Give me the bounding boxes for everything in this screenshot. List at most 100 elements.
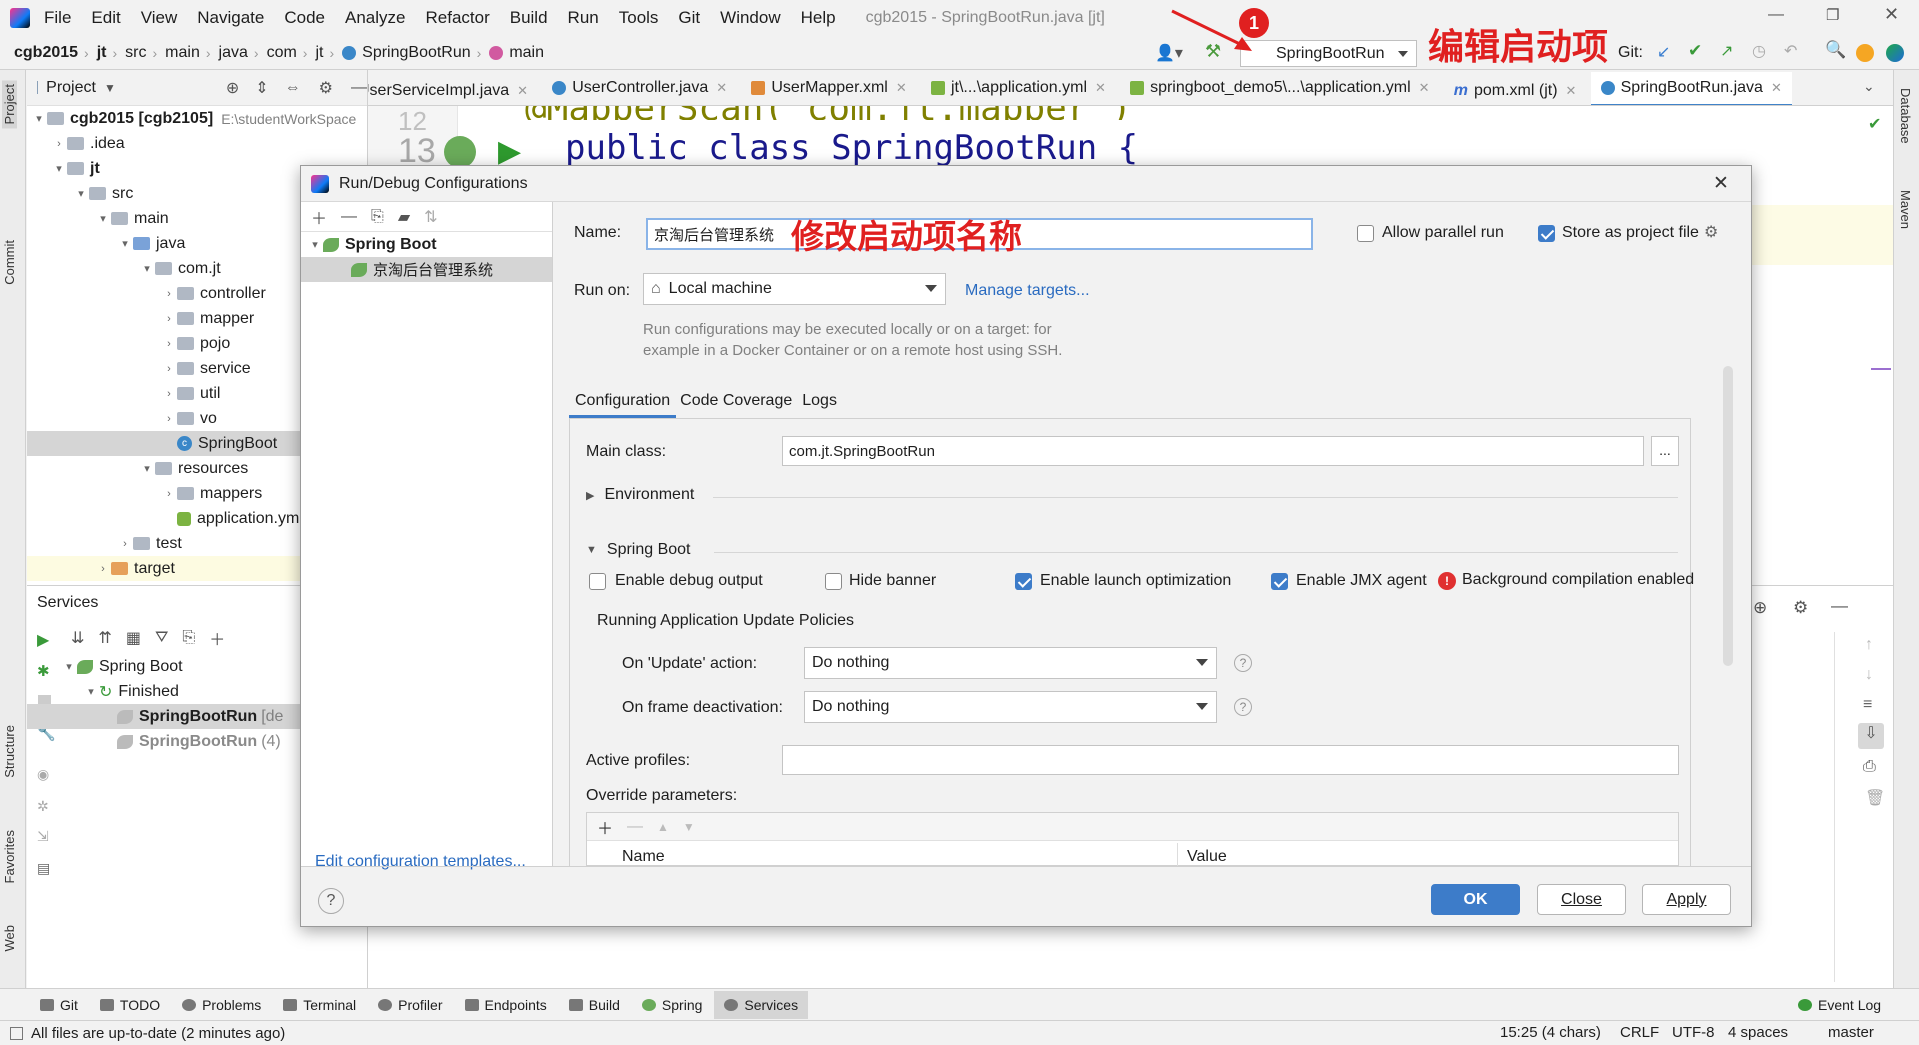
scroll-down-icon[interactable]: ↓ bbox=[1865, 666, 1873, 684]
tool-services[interactable]: Services bbox=[714, 990, 809, 1019]
run-icon[interactable]: ▶ bbox=[37, 630, 49, 650]
group-icon[interactable]: ▦ bbox=[126, 628, 141, 648]
tab-pom-xml[interactable]: m pom.xml (jt) ✕ bbox=[1444, 73, 1587, 105]
breadcrumb-item[interactable]: SpringBootRun bbox=[362, 44, 471, 62]
menu-run[interactable]: Run bbox=[568, 8, 599, 28]
gear-icon[interactable]: ⚙ bbox=[319, 78, 333, 98]
spring-boot-section[interactable]: ▼ Spring Boot bbox=[586, 541, 691, 559]
run-config-selector[interactable]: SpringBootRun bbox=[1240, 40, 1417, 67]
move-up-icon[interactable]: ▲ bbox=[657, 820, 669, 834]
breadcrumb-item[interactable]: main bbox=[165, 44, 200, 62]
column-name[interactable]: Name bbox=[622, 848, 665, 866]
dump-icon[interactable]: ✲ bbox=[37, 798, 49, 815]
close-tab-icon[interactable]: ✕ bbox=[896, 80, 907, 96]
tool-spring[interactable]: Spring bbox=[641, 997, 702, 1013]
launch-optimization-checkbox[interactable] bbox=[1015, 573, 1032, 590]
column-value[interactable]: Value bbox=[1187, 848, 1227, 866]
tab-springbootrun[interactable]: SpringBootRun.java ✕ bbox=[1590, 71, 1792, 105]
tab-structure[interactable]: Structure bbox=[2, 725, 17, 778]
close-button[interactable]: Close bbox=[1537, 884, 1626, 915]
close-dialog-icon[interactable]: ✕ bbox=[1713, 172, 1729, 195]
tab-code-coverage[interactable]: Code Coverage bbox=[676, 386, 796, 418]
tab-configuration[interactable]: Configuration bbox=[569, 386, 677, 418]
run-gutter-icon[interactable]: ▶ bbox=[498, 134, 521, 169]
remove-config-icon[interactable]: — bbox=[341, 208, 357, 226]
tab-project[interactable]: Project bbox=[2, 80, 17, 129]
gear-icon[interactable]: ⚙ bbox=[1793, 598, 1808, 618]
service-finished[interactable]: ▾ ↻ Finished bbox=[83, 679, 179, 704]
menu-build[interactable]: Build bbox=[510, 8, 548, 28]
menu-window[interactable]: Window bbox=[720, 8, 780, 28]
file-encoding[interactable]: UTF-8 bbox=[1672, 1024, 1715, 1041]
tree-item-idea[interactable]: › .idea bbox=[27, 131, 368, 156]
run-on-select[interactable]: ⌂ Local machine bbox=[643, 273, 946, 305]
tree-item-project-root[interactable]: ▾ cgb2015 [cgb2105] E:\studentWorkSpace bbox=[27, 106, 368, 131]
apply-button[interactable]: Apply bbox=[1642, 884, 1731, 915]
plugin-icon[interactable] bbox=[1886, 44, 1904, 62]
gear-icon[interactable]: ⚙ bbox=[1704, 222, 1718, 242]
store-project-checkbox[interactable] bbox=[1538, 225, 1555, 242]
active-profiles-field[interactable] bbox=[782, 745, 1679, 775]
move-down-icon[interactable]: ▼ bbox=[683, 820, 695, 834]
menu-tools[interactable]: Tools bbox=[619, 8, 659, 28]
tool-build[interactable]: Build bbox=[568, 997, 620, 1013]
git-commit-icon[interactable]: ✔ bbox=[1688, 41, 1702, 61]
tab-userserviceimpl[interactable]: UserServiceImpl.java ✕ bbox=[368, 73, 538, 105]
breadcrumb-item[interactable]: jt bbox=[97, 44, 107, 62]
tab-web[interactable]: Web bbox=[2, 925, 17, 952]
restore-icon[interactable]: ❐ bbox=[1826, 6, 1839, 24]
on-update-select[interactable]: Do nothing bbox=[804, 647, 1217, 679]
trash-icon[interactable]: 🗑 bbox=[1865, 788, 1885, 808]
globe-icon[interactable]: ⊕ bbox=[1753, 598, 1767, 618]
menu-refactor[interactable]: Refactor bbox=[425, 8, 489, 28]
update-icon[interactable] bbox=[1856, 44, 1874, 62]
help-button[interactable]: ? bbox=[318, 888, 344, 914]
locate-icon[interactable]: ⊕ bbox=[226, 78, 239, 98]
add-param-icon[interactable]: ＋ bbox=[597, 815, 613, 839]
tab-commit[interactable]: Commit bbox=[2, 240, 17, 285]
breadcrumb-item[interactable]: src bbox=[125, 44, 146, 62]
menu-code[interactable]: Code bbox=[284, 8, 325, 28]
close-tab-icon[interactable]: ✕ bbox=[1095, 80, 1106, 96]
add-config-icon[interactable]: ＋ bbox=[311, 205, 327, 229]
enable-debug-checkbox[interactable] bbox=[589, 573, 606, 590]
dialog-scrollbar[interactable] bbox=[1723, 366, 1733, 666]
git-update-icon[interactable]: ↙ bbox=[1657, 42, 1670, 62]
git-branch[interactable]: master bbox=[1828, 1024, 1874, 1041]
scroll-up-icon[interactable]: ↑ bbox=[1865, 636, 1873, 654]
help-icon[interactable]: ? bbox=[1234, 654, 1252, 672]
close-window-icon[interactable]: ✕ bbox=[1884, 4, 1899, 25]
git-history-icon[interactable]: ◷ bbox=[1752, 41, 1766, 61]
expand-all-icon[interactable]: ⇊ bbox=[71, 628, 84, 648]
print-icon[interactable]: ⎙ bbox=[1863, 758, 1876, 776]
add-service-icon[interactable]: ＋ bbox=[209, 626, 225, 650]
close-tab-icon[interactable]: ✕ bbox=[716, 80, 727, 96]
tool-todo[interactable]: TODO bbox=[99, 997, 160, 1013]
manage-targets-link[interactable]: Manage targets... bbox=[965, 282, 1090, 300]
expand-all-icon[interactable]: ⇕ bbox=[255, 78, 268, 98]
tab-demo5-application-yml[interactable]: springboot_demo5\...\application.yml ✕ bbox=[1120, 70, 1440, 105]
git-push-icon[interactable]: ↗ bbox=[1720, 41, 1733, 61]
tool-profiler[interactable]: Profiler bbox=[378, 997, 443, 1013]
breadcrumb-item[interactable]: com bbox=[267, 44, 297, 62]
git-rollback-icon[interactable]: ↶ bbox=[1784, 41, 1797, 61]
debug-icon[interactable]: ✱ bbox=[37, 662, 50, 680]
tool-terminal[interactable]: Terminal bbox=[283, 997, 356, 1013]
allow-parallel-checkbox[interactable] bbox=[1357, 225, 1374, 242]
layout-icon[interactable]: ▤ bbox=[37, 860, 50, 877]
hide-panel-icon[interactable]: — bbox=[1831, 596, 1848, 616]
sort-icon[interactable]: ⇅ bbox=[424, 207, 437, 227]
close-tab-icon[interactable]: ✕ bbox=[1771, 80, 1782, 96]
spring-bean-icon[interactable] bbox=[444, 136, 476, 168]
tool-endpoints[interactable]: Endpoints bbox=[464, 997, 547, 1013]
minimize-icon[interactable]: — bbox=[1768, 6, 1784, 24]
tab-usermapper-xml[interactable]: UserMapper.xml ✕ bbox=[741, 70, 916, 105]
main-class-field[interactable]: com.jt.SpringBootRun bbox=[782, 436, 1644, 466]
ok-button[interactable]: OK bbox=[1431, 884, 1520, 915]
edit-templates-link[interactable]: Edit configuration templates... bbox=[315, 853, 526, 871]
config-item[interactable]: 京淘后台管理系统 bbox=[301, 257, 552, 282]
service-spring-boot[interactable]: ▾ Spring Boot bbox=[61, 654, 182, 679]
menu-view[interactable]: View bbox=[141, 8, 178, 28]
close-tab-icon[interactable]: ✕ bbox=[517, 83, 528, 99]
menu-navigate[interactable]: Navigate bbox=[197, 8, 264, 28]
